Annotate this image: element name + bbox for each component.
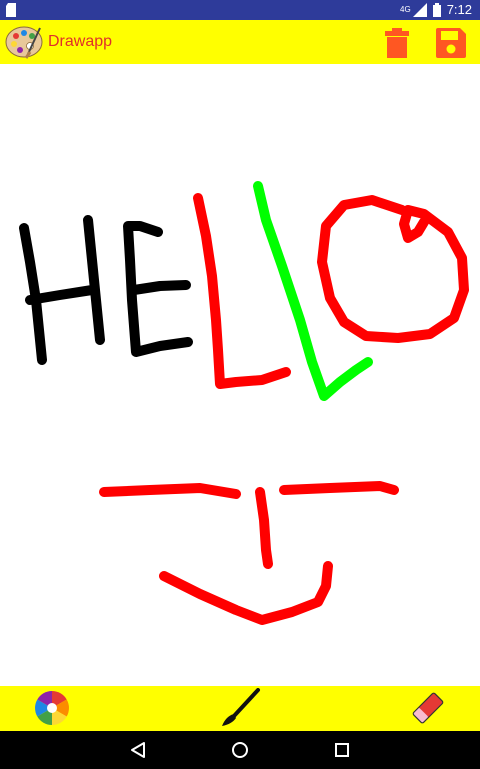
network-type: 4G [400, 5, 411, 14]
system-nav-bar [0, 731, 480, 769]
home-button[interactable] [220, 738, 260, 762]
recents-button[interactable] [322, 738, 362, 762]
sd-card-icon [6, 3, 16, 17]
status-bar: 4G 7:12 [0, 0, 480, 20]
save-button[interactable] [434, 28, 468, 58]
trash-icon [385, 28, 409, 58]
color-wheel-icon [35, 691, 69, 725]
eraser-button[interactable] [406, 688, 450, 728]
clock: 7:12 [446, 2, 472, 17]
stroke-nose [255, 487, 273, 569]
drawing-canvas[interactable] [0, 64, 480, 686]
home-icon [232, 742, 248, 758]
back-button[interactable] [118, 738, 158, 762]
drawing-strokes [19, 181, 469, 625]
palette-logo-icon [5, 26, 43, 59]
stroke-mouth [159, 561, 333, 625]
stroke-letter-h [19, 215, 105, 365]
back-icon [131, 742, 145, 758]
brush-button[interactable] [218, 688, 262, 728]
delete-button[interactable] [380, 28, 414, 58]
stroke-left-eyebrow [99, 483, 241, 499]
eraser-icon [412, 692, 444, 724]
recents-icon [335, 743, 349, 757]
stroke-right-eyebrow [279, 481, 399, 495]
signal-icon [412, 2, 427, 17]
bottom-toolbar [0, 686, 480, 731]
stroke-letter-l2 [253, 181, 373, 401]
stroke-letter-o [317, 195, 469, 343]
color-picker-button[interactable] [30, 688, 74, 728]
brush-icon [222, 688, 260, 726]
battery-icon [432, 2, 441, 17]
stroke-letter-e [123, 221, 193, 357]
app-title: Drawapp [48, 33, 113, 50]
app-bar: Drawapp [0, 20, 480, 64]
save-icon [436, 28, 466, 58]
